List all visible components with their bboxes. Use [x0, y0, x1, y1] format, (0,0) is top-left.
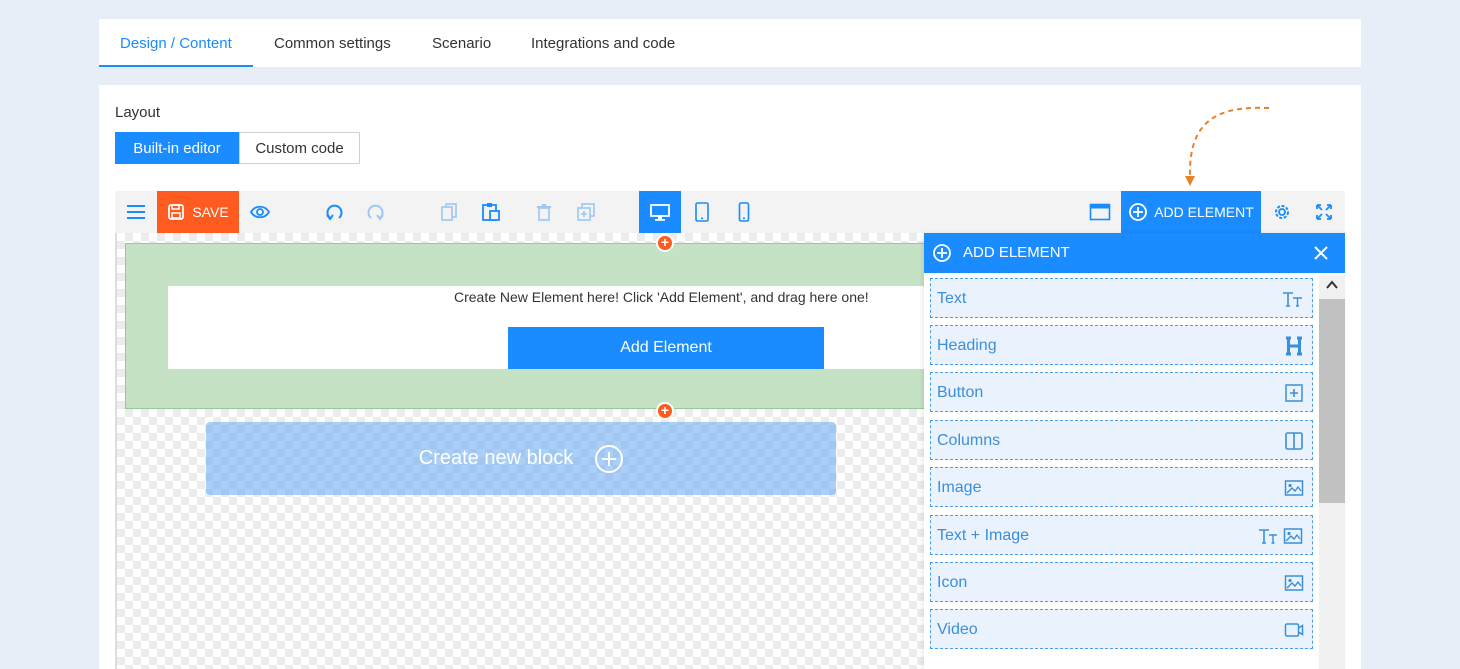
menu-button[interactable] [115, 191, 157, 233]
element-item-button[interactable]: Button [930, 372, 1313, 412]
device-mobile-button[interactable] [723, 191, 765, 233]
undo-button[interactable] [313, 191, 355, 233]
add-element-toolbar-label: ADD ELEMENT [1154, 204, 1254, 220]
preview-button[interactable] [239, 191, 281, 233]
duplicate-button[interactable] [565, 191, 607, 233]
element-item-text[interactable]: Text [930, 278, 1313, 318]
built-in-editor-button[interactable]: Built-in editor [115, 132, 239, 164]
insert-block-bottom-icon[interactable]: + [656, 402, 674, 420]
add-circle-icon [933, 244, 951, 262]
element-item-video[interactable]: Video [930, 609, 1313, 649]
element-item-heading[interactable]: Heading [930, 325, 1313, 365]
text-icon [1283, 292, 1302, 307]
placeholder-message: Create New Element here! Click 'Add Elem… [454, 289, 869, 305]
create-new-block-button[interactable]: Create new block [206, 422, 836, 495]
layout-label: Layout [115, 104, 161, 121]
add-element-toolbar-button[interactable]: ADD ELEMENT [1121, 191, 1261, 233]
undo-icon [326, 204, 343, 221]
copy-icon [441, 203, 457, 221]
eye-icon [249, 205, 271, 219]
close-icon[interactable] [1312, 244, 1330, 262]
element-item-label: Video [937, 621, 978, 638]
add-element-panel: ADD ELEMENT Text Heading Button Columns … [924, 233, 1345, 669]
content-block[interactable]: Create New Element here! Click 'Add Elem… [125, 243, 925, 409]
trash-icon [537, 204, 551, 221]
element-item-image[interactable]: Image [930, 467, 1313, 507]
columns-icon [1285, 432, 1303, 450]
copy-button[interactable] [428, 191, 470, 233]
element-item-label: Text + Image [937, 527, 1030, 544]
tab-scenario[interactable]: Scenario [432, 19, 491, 67]
save-icon [168, 204, 185, 220]
duplicate-icon [577, 203, 595, 221]
settings-button[interactable] [1261, 191, 1303, 233]
menu-icon [127, 205, 145, 219]
element-item-icon[interactable]: Icon [930, 562, 1313, 602]
panel-scrollbar-thumb[interactable] [1319, 299, 1345, 503]
paste-button[interactable] [470, 191, 512, 233]
add-element-panel-title: ADD ELEMENT [963, 244, 1070, 261]
create-new-block-label: Create new block [418, 447, 574, 469]
add-circle-icon [595, 444, 624, 473]
insert-block-top-icon[interactable]: + [656, 234, 674, 252]
redo-icon [367, 204, 384, 221]
image-icon [1284, 575, 1304, 591]
element-item-label: Text [937, 290, 967, 307]
mobile-icon [738, 202, 750, 222]
heading-icon [1286, 336, 1302, 356]
element-placeholder: Create New Element here! Click 'Add Elem… [168, 286, 925, 369]
scroll-up-icon[interactable] [1325, 278, 1339, 292]
tablet-icon [695, 202, 709, 222]
delete-button[interactable] [523, 191, 565, 233]
browser-window-icon [1089, 203, 1111, 221]
element-item-label: Icon [937, 574, 968, 591]
save-button[interactable]: SAVE [157, 191, 239, 233]
desktop-icon [650, 204, 670, 221]
device-desktop-button[interactable] [639, 191, 681, 233]
page-settings-button[interactable] [1079, 191, 1121, 233]
add-element-button[interactable]: Add Element [508, 327, 824, 369]
paste-icon [482, 203, 500, 221]
element-item-label: Image [937, 479, 982, 496]
top-tabs: Design / Content Common settings Scenari… [99, 19, 1361, 67]
video-icon [1284, 623, 1304, 637]
element-item-label: Columns [937, 432, 1001, 449]
fullscreen-icon [1316, 204, 1332, 220]
element-item-columns[interactable]: Columns [930, 420, 1313, 460]
hint-arrow-icon [1185, 106, 1270, 186]
image-icon [1284, 480, 1304, 496]
fullscreen-button[interactable] [1303, 191, 1345, 233]
save-label: SAVE [192, 204, 229, 220]
custom-code-button[interactable]: Custom code [239, 132, 360, 164]
gear-icon [1275, 205, 1289, 219]
element-item-label: Button [937, 384, 984, 401]
add-element-panel-header: ADD ELEMENT [924, 233, 1345, 273]
tab-design-content[interactable]: Design / Content [99, 19, 253, 67]
element-item-text-image[interactable]: Text + Image [930, 515, 1313, 555]
element-item-label: Heading [937, 337, 997, 354]
add-circle-icon [1129, 203, 1148, 221]
tab-integrations-code[interactable]: Integrations and code [531, 19, 675, 67]
editor-canvas[interactable]: Create New Element here! Click 'Add Elem… [115, 233, 925, 669]
button-icon [1285, 384, 1303, 402]
text-image-icon [1259, 528, 1303, 544]
tab-common-settings[interactable]: Common settings [274, 19, 391, 67]
editor-toolbar: SAVE ADD ELEMENT [115, 191, 1345, 233]
redo-button[interactable] [355, 191, 397, 233]
device-tablet-button[interactable] [681, 191, 723, 233]
